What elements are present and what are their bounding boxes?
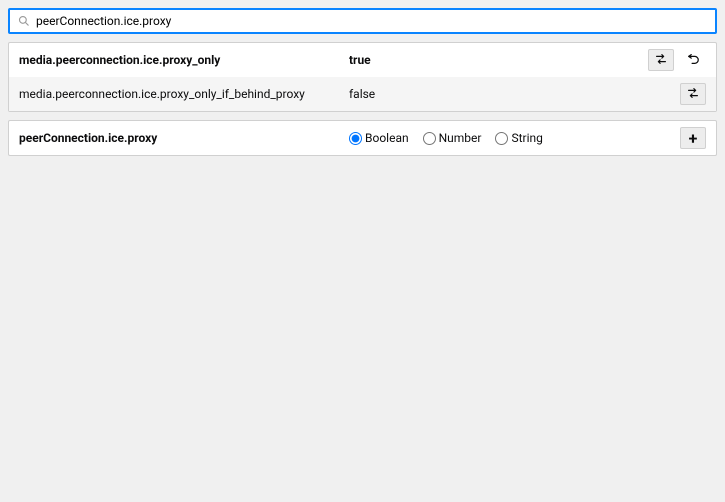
pref-value: true	[349, 53, 648, 67]
radio-boolean[interactable]	[349, 132, 362, 145]
search-container	[8, 8, 717, 34]
pref-name: media.peerconnection.ice.proxy_only_if_b…	[19, 87, 349, 101]
plus-icon: +	[689, 129, 698, 148]
pref-actions	[648, 49, 706, 71]
pref-value: false	[349, 87, 680, 101]
toggle-icon	[686, 86, 700, 103]
pref-row: media.peerconnection.ice.proxy_only_if_b…	[9, 77, 716, 111]
radio-number[interactable]	[423, 132, 436, 145]
reset-button[interactable]	[680, 49, 706, 71]
toggle-button[interactable]	[680, 83, 706, 105]
pref-name: media.peerconnection.ice.proxy_only	[19, 53, 349, 67]
pref-row: media.peerconnection.ice.proxy_only true	[9, 43, 716, 77]
undo-icon	[686, 52, 700, 69]
search-input[interactable]	[36, 14, 707, 28]
preferences-list: media.peerconnection.ice.proxy_only true	[8, 42, 717, 112]
add-actions: +	[680, 127, 706, 149]
toggle-icon	[654, 52, 668, 69]
add-button[interactable]: +	[680, 127, 706, 149]
new-pref-name: peerConnection.ice.proxy	[19, 131, 349, 145]
type-option-boolean[interactable]: Boolean	[349, 131, 409, 145]
radio-string[interactable]	[495, 132, 508, 145]
radio-boolean-label: Boolean	[365, 131, 409, 145]
toggle-button[interactable]	[648, 49, 674, 71]
add-preference-box: peerConnection.ice.proxy Boolean Number …	[8, 120, 717, 156]
add-row: peerConnection.ice.proxy Boolean Number …	[9, 121, 716, 155]
type-options: Boolean Number String	[349, 131, 680, 145]
type-option-string[interactable]: String	[495, 131, 542, 145]
radio-string-label: String	[511, 131, 542, 145]
pref-actions	[680, 83, 706, 105]
search-icon	[18, 15, 30, 27]
radio-number-label: Number	[439, 131, 482, 145]
type-option-number[interactable]: Number	[423, 131, 482, 145]
